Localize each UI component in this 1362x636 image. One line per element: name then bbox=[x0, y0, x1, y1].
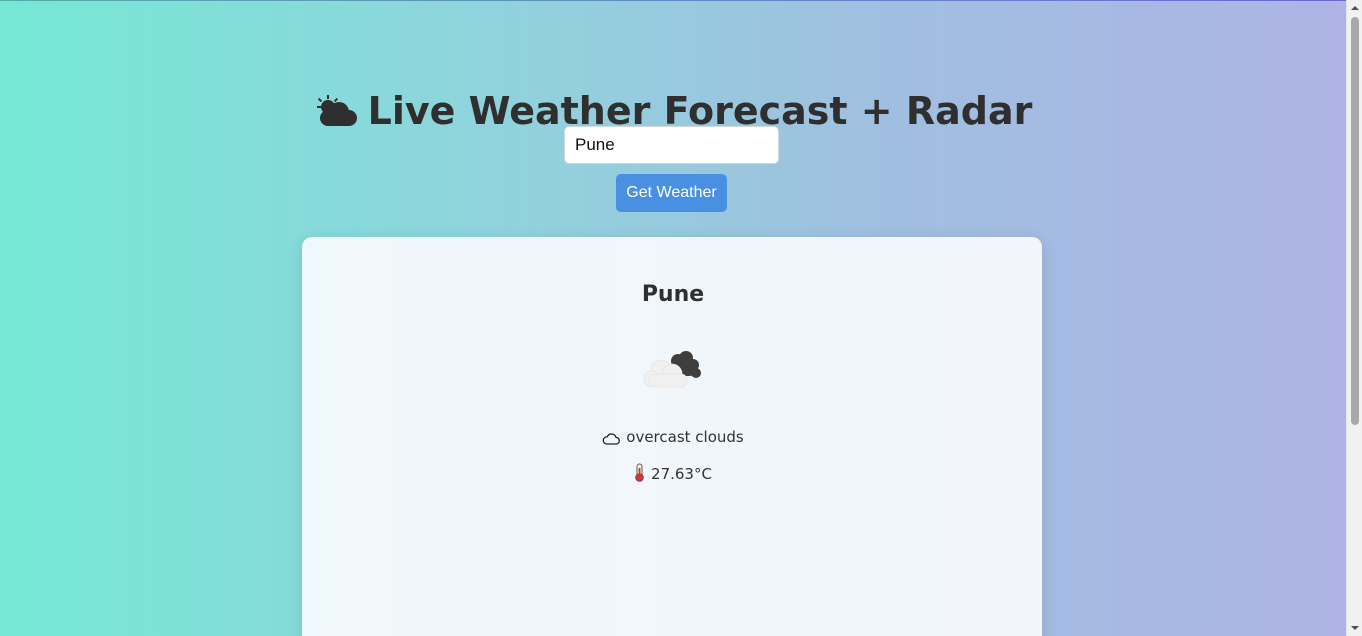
weather-description: overcast clouds bbox=[626, 428, 744, 446]
scroll-down-arrow-icon[interactable] bbox=[1347, 620, 1362, 636]
city-name: Pune bbox=[641, 282, 705, 307]
sun-behind-cloud-icon bbox=[316, 95, 357, 127]
temperature-row: 27.63°C bbox=[0, 463, 1346, 485]
scroll-up-arrow-icon[interactable] bbox=[1347, 0, 1362, 16]
overcast-clouds-icon bbox=[643, 351, 701, 388]
city-search-input[interactable] bbox=[564, 126, 779, 164]
temperature-value: 27.63°C bbox=[651, 465, 712, 483]
page: Live Weather Forecast + Radar Get Weathe… bbox=[0, 0, 1346, 636]
scrollbar-thumb[interactable] bbox=[1351, 17, 1359, 425]
vertical-scrollbar[interactable] bbox=[1346, 0, 1362, 636]
thermometer-icon bbox=[635, 463, 644, 482]
get-weather-button[interactable]: Get Weather bbox=[616, 174, 727, 212]
cloud-icon bbox=[602, 433, 621, 445]
weather-description-row: overcast clouds bbox=[0, 426, 1346, 448]
